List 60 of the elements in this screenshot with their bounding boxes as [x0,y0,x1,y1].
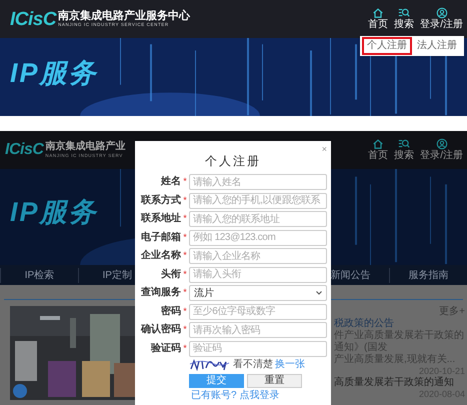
nav-tab[interactable]: IP检索 [0,268,78,282]
field-label: 查询服务 [140,287,181,299]
input-field[interactable]: 验证码 [189,340,327,356]
required-mark: * [182,249,188,262]
logo-mark: ICisC [10,10,56,28]
required-mark: * [182,323,188,336]
login-link[interactable]: 已有账号? 点我登录 [139,390,327,402]
select-field[interactable]: 流片 [189,285,327,301]
user-icon [436,7,448,19]
nav-link[interactable]: 搜索 [394,138,414,162]
required-mark: * [182,268,188,281]
banner-title: IP服务 [10,196,98,229]
nav-link[interactable]: 首页 [368,138,388,162]
field-label: 验证码 [150,342,181,354]
user-icon [436,138,448,150]
news-title[interactable]: 高质量发展若干政策的通知 [334,377,465,389]
field-label: 确认密码 [140,324,181,336]
required-mark: * [182,342,188,355]
banner-title: IP服务 [10,56,98,90]
field-label: 企业名称 [140,250,181,262]
dialog-title: 个人注册 [204,154,262,168]
nav-link[interactable]: 搜索 [394,7,414,31]
nav-link[interactable]: 登录/注册 [420,138,463,162]
input-field[interactable]: 请输入企业名称 [189,248,327,264]
field-label: 密码 [160,306,181,318]
nav-link[interactable]: 登录/注册 [420,7,463,31]
input-field[interactable]: 至少6位字母或数字 [189,304,327,320]
home-icon [372,138,384,150]
field-label: 联系方式 [140,194,181,206]
refresh-link[interactable]: 换一张 [275,358,305,370]
reset-button[interactable]: 重置 [247,374,302,388]
logo-title: 南京集成电路产业服务中心 [58,10,190,22]
nav-link[interactable]: 首页 [368,7,388,31]
input-field[interactable]: 请输入姓名 [189,174,327,190]
input-field[interactable]: 请输入头衔 [189,266,327,282]
required-mark: * [182,304,188,318]
required-mark: * [182,286,188,300]
required-mark: * [182,230,188,244]
logo-title: 南京集成电路产业 [45,141,126,153]
captcha-hint: 看不清楚 [233,358,273,370]
search-icon [398,7,410,19]
captcha-drawing [189,358,231,371]
chevron-down-icon [316,291,322,295]
field-label: 联系地址 [140,213,181,225]
required-mark: * [182,175,188,188]
nav-tab[interactable]: 服务指南 [389,268,467,282]
input-field[interactable]: 请输入您的联系地址 [189,211,327,227]
logo-mark: ICisC [5,142,44,158]
field-label: 电子邮箱 [140,232,181,244]
required-mark: * [182,194,188,207]
menu-item[interactable]: 个人注册 [362,37,412,55]
required-mark: * [182,212,188,226]
input-field[interactable]: 请输入您的手机,以便跟您联系 [189,192,327,208]
search-icon [398,138,410,150]
input-field[interactable]: 请再次输入密码 [189,322,327,338]
menu-item[interactable]: 法人注册 [412,37,462,55]
field-label: 头衔 [160,268,181,280]
input-field[interactable]: 例如 123@123.com [189,230,327,246]
field-label: 姓名 [160,176,181,188]
home-icon [372,7,384,19]
